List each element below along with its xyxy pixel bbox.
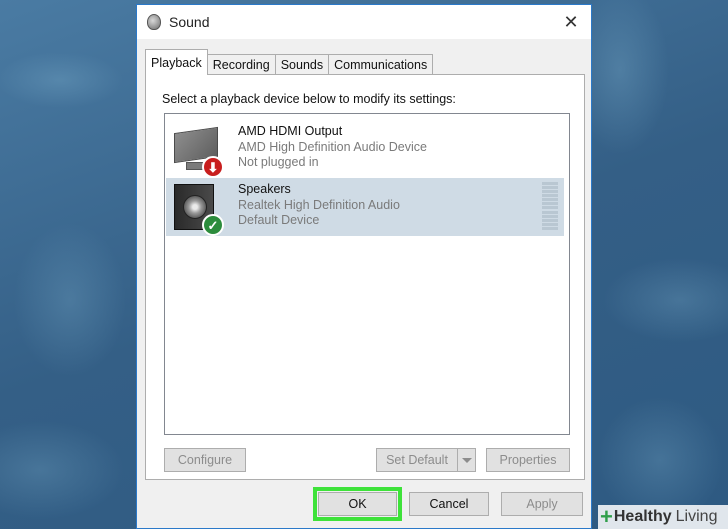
- plus-icon: +: [600, 504, 613, 529]
- tab-communications[interactable]: Communications: [328, 54, 434, 75]
- speaker-icon: ✓: [172, 184, 224, 236]
- cancel-button[interactable]: Cancel: [409, 492, 489, 516]
- device-item-speakers[interactable]: ✓ Speakers Realtek High Definition Audio…: [166, 178, 564, 236]
- green-check-icon: ✓: [202, 214, 224, 236]
- chevron-down-icon[interactable]: [457, 449, 475, 471]
- device-status: Default Device: [238, 213, 320, 227]
- set-default-button[interactable]: Set Default: [376, 448, 476, 472]
- title-bar[interactable]: Sound ✕: [137, 5, 591, 39]
- window-title: Sound: [169, 14, 210, 30]
- watermark-suffix: Living: [675, 508, 718, 525]
- tab-recording[interactable]: Recording: [206, 54, 276, 75]
- ok-highlight-frame: [313, 487, 402, 521]
- healthy-living-watermark: + Healthy Living: [598, 505, 728, 529]
- device-name: Speakers: [238, 182, 291, 196]
- tab-sounds[interactable]: Sounds: [274, 54, 330, 75]
- monitor-icon: ⬇: [172, 126, 224, 178]
- close-button[interactable]: ✕: [559, 11, 583, 33]
- playback-panel: Select a playback device below to modify…: [145, 74, 585, 480]
- instruction-text: Select a playback device below to modify…: [162, 92, 456, 106]
- speaker-title-icon: [147, 14, 161, 30]
- speaker-cone: [183, 195, 207, 219]
- tab-bar: Playback Recording Sounds Communications: [145, 49, 434, 75]
- device-status: Not plugged in: [238, 155, 319, 169]
- device-name: AMD HDMI Output: [238, 124, 343, 138]
- device-description: Realtek High Definition Audio: [238, 198, 400, 212]
- device-description: AMD High Definition Audio Device: [238, 140, 427, 154]
- red-down-arrow-icon: ⬇: [202, 156, 224, 178]
- watermark-brand: Healthy: [613, 508, 672, 525]
- device-list[interactable]: ⬇ AMD HDMI Output AMD High Definition Au…: [164, 113, 570, 435]
- volume-level-meter: [542, 182, 558, 230]
- properties-button[interactable]: Properties: [486, 448, 570, 472]
- apply-button[interactable]: Apply: [501, 492, 583, 516]
- configure-button[interactable]: Configure: [164, 448, 246, 472]
- set-default-label: Set Default: [386, 453, 448, 467]
- sound-dialog: Sound ✕ Playback Recording Sounds Commun…: [136, 4, 592, 529]
- device-item-amd-hdmi[interactable]: ⬇ AMD HDMI Output AMD High Definition Au…: [166, 120, 564, 178]
- tab-playback[interactable]: Playback: [145, 49, 208, 75]
